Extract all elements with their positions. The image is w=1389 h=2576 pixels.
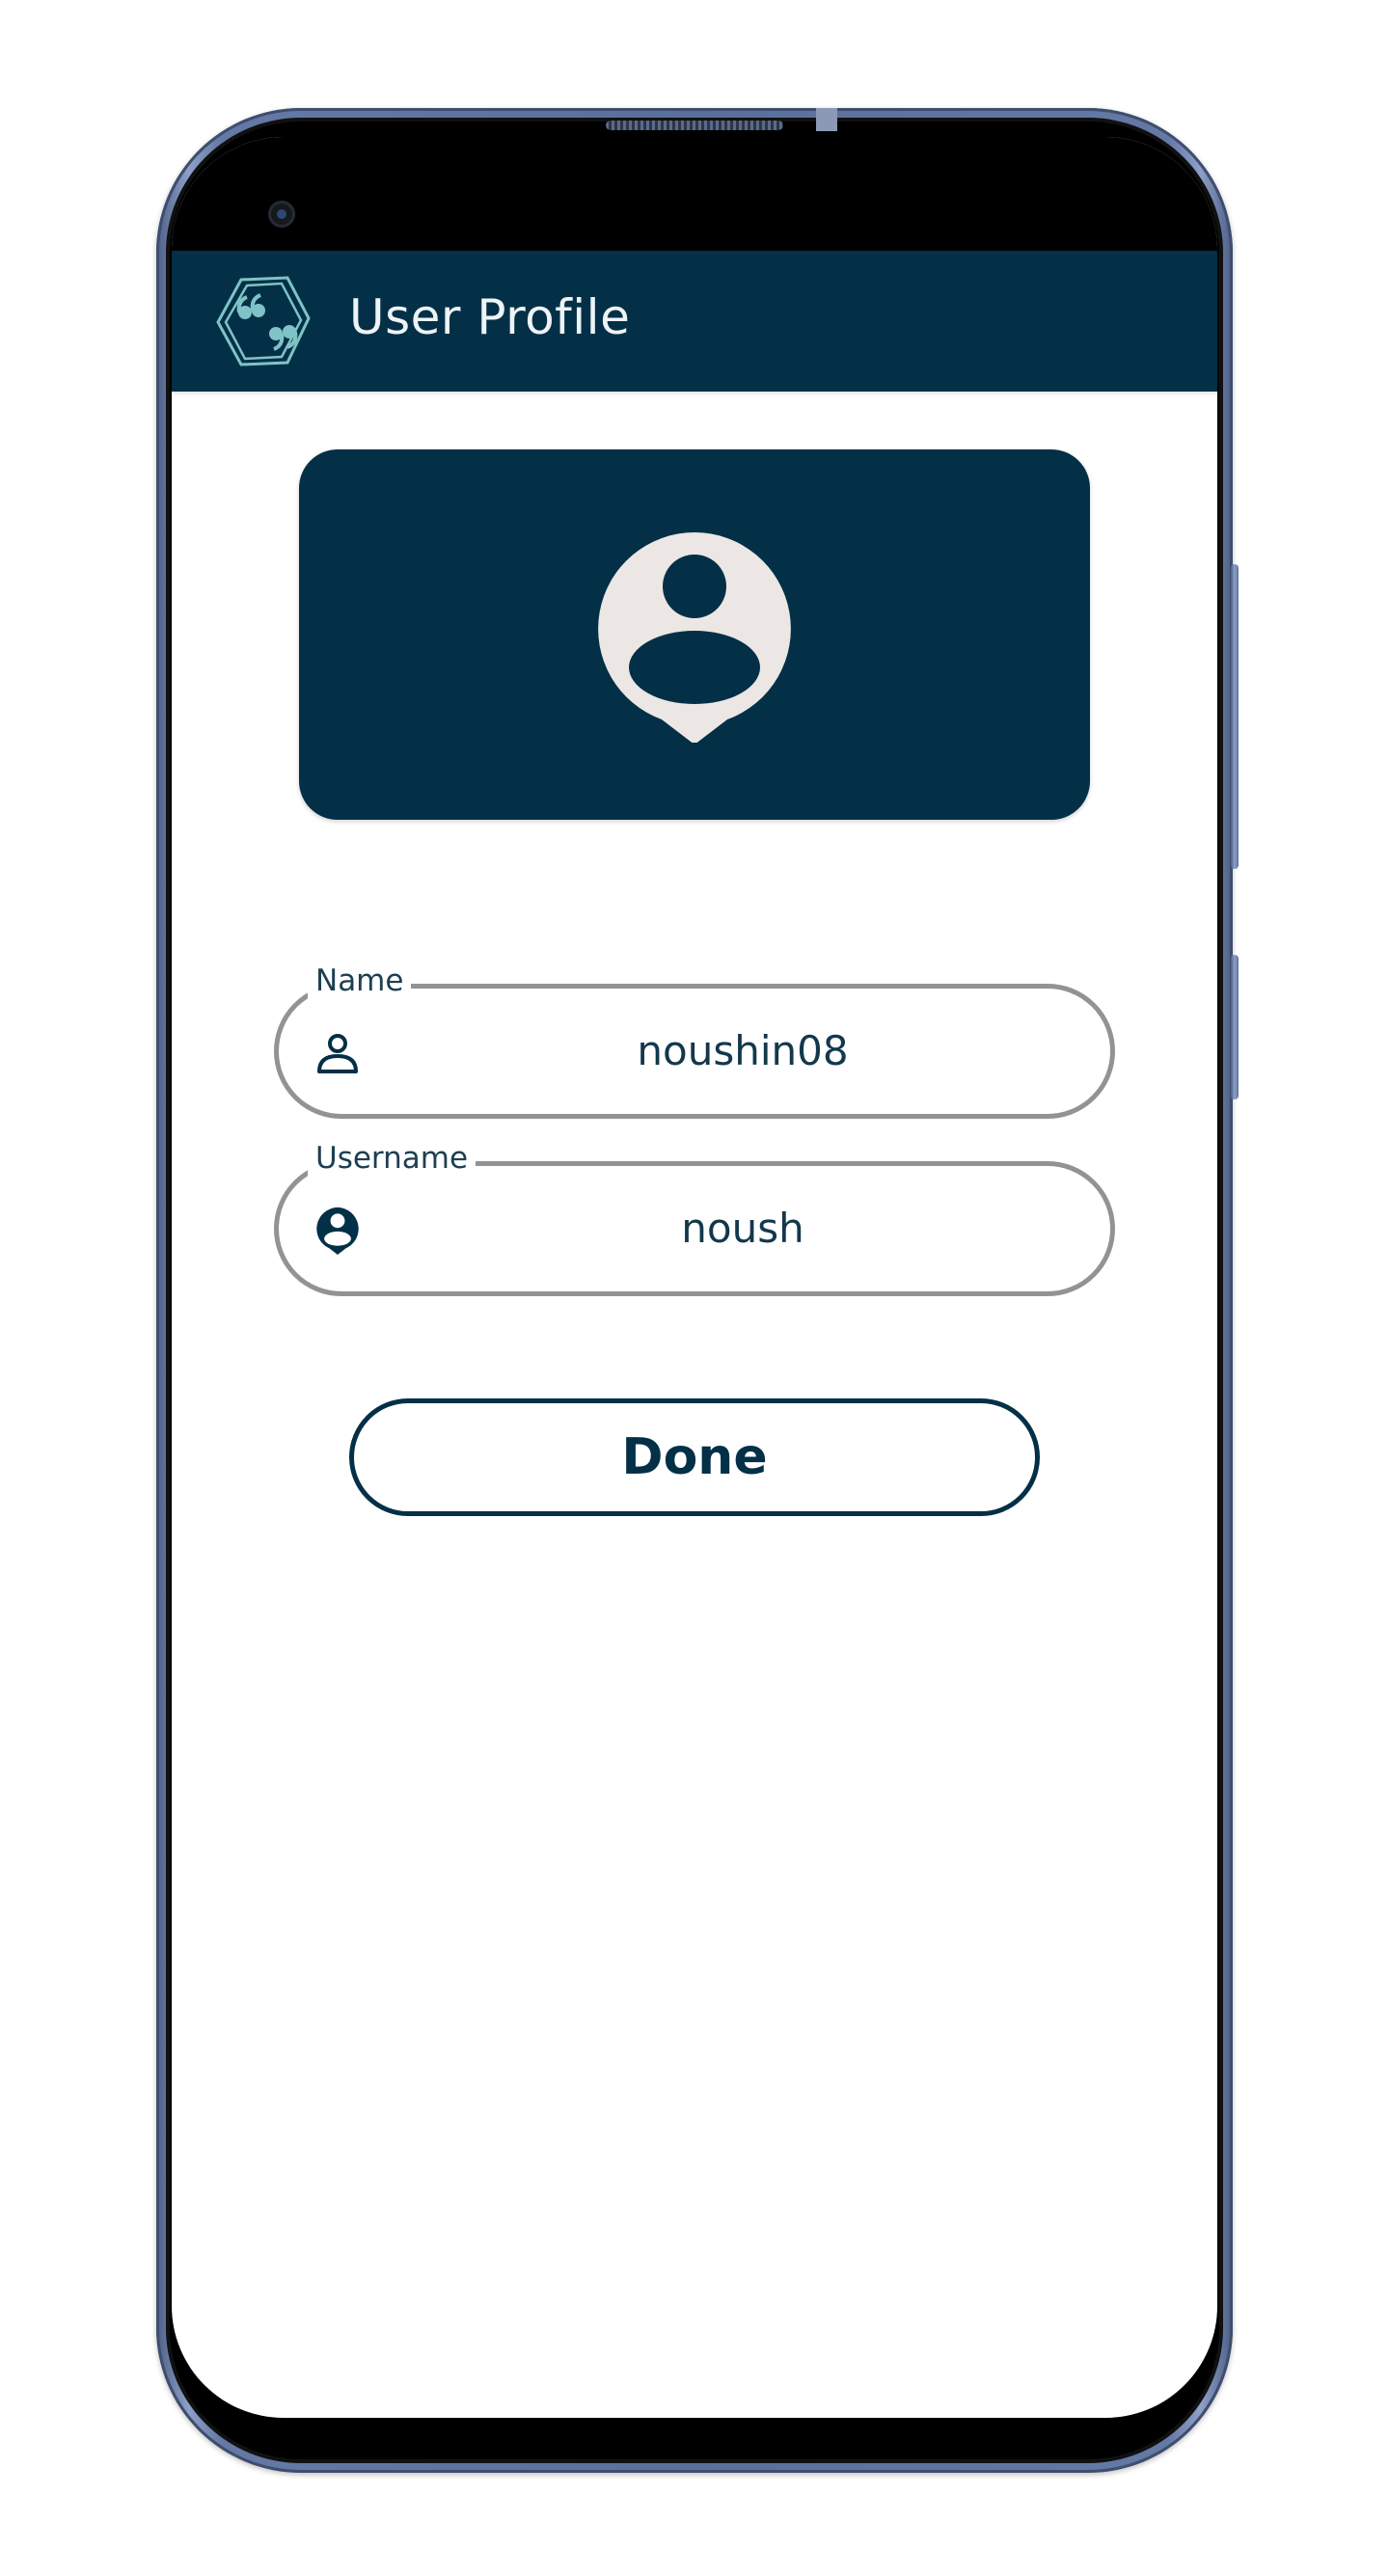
username-field[interactable]: Username noush (274, 1141, 1115, 1296)
name-field[interactable]: Name noushin08 (274, 963, 1115, 1119)
profile-avatar-card[interactable] (299, 449, 1090, 820)
app-bar: User Profile (172, 251, 1217, 392)
power-button (1231, 955, 1239, 1099)
antenna-band (816, 108, 837, 131)
profile-avatar-icon (598, 532, 791, 743)
person-outline-icon (317, 1034, 358, 1073)
done-button[interactable]: Done (349, 1398, 1040, 1516)
quote-hexagon-icon (216, 276, 311, 366)
account-circle-pin-icon (316, 1207, 359, 1255)
username-input[interactable]: noush (375, 1205, 1110, 1252)
page-title: User Profile (349, 289, 631, 345)
screen: User Profile Name noushin08 Username nou… (172, 137, 1217, 2418)
front-camera (268, 201, 295, 228)
name-field-label: Name (308, 963, 412, 998)
status-bar (172, 137, 1217, 251)
earpiece-speaker (606, 121, 783, 130)
name-input[interactable]: noushin08 (375, 1027, 1110, 1074)
username-field-label: Username (308, 1141, 477, 1176)
volume-button (1231, 564, 1239, 869)
